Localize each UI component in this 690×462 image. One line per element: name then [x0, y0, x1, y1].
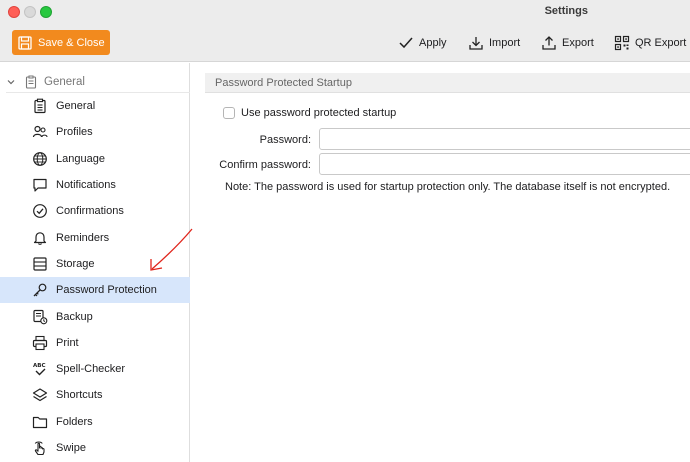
bell-icon [33, 231, 47, 245]
floppy-disk-icon [18, 35, 32, 50]
save-and-close-label: Save & Close [38, 36, 105, 49]
settings-content-panel: Password Protected Startup Use password … [191, 63, 690, 462]
export-button[interactable]: Export [541, 35, 594, 51]
sidebar-item-label: Profiles [56, 126, 93, 139]
printer-icon [32, 335, 48, 350]
sidebar-item-shortcuts[interactable]: Shortcuts [0, 382, 190, 408]
sidebar-item-general[interactable]: General [0, 93, 190, 119]
sidebar-group-label: General [44, 75, 85, 88]
swipe-hand-icon [34, 441, 45, 456]
sidebar-item-swipe[interactable]: Swipe [0, 435, 190, 461]
profiles-icon [32, 126, 48, 138]
confirm-password-field[interactable] [319, 153, 690, 175]
sidebar-item-password-protection[interactable]: Password Protection [0, 277, 190, 304]
window-title: Settings [544, 5, 588, 17]
sidebar-item-label: General [56, 100, 96, 113]
sidebar-item-label: Confirmations [56, 205, 124, 218]
confirm-password-label: Confirm password: [219, 159, 311, 171]
layers-icon [32, 388, 48, 402]
sidebar-item-label: Notifications [56, 179, 116, 192]
password-startup-checkbox[interactable] [223, 107, 235, 119]
backup-icon [33, 309, 48, 324]
password-field[interactable] [319, 128, 690, 150]
check-circle-icon [33, 204, 47, 219]
title-bar: Settings [0, 0, 690, 24]
import-label: Import [489, 37, 521, 49]
spell-check-icon: ABC [33, 363, 46, 376]
sidebar-item-backup[interactable]: Backup [0, 303, 190, 329]
sidebar-item-label: Language [56, 152, 105, 165]
sidebar-item-label: Password Protection [56, 284, 157, 297]
export-label: Export [562, 37, 594, 49]
apply-label: Apply [419, 37, 447, 49]
password-startup-checkbox-row[interactable]: Use password protected startup [223, 107, 396, 119]
qr-export-button[interactable]: QR Export [614, 35, 686, 51]
checkmark-icon [399, 37, 413, 49]
globe-icon [33, 151, 47, 166]
clipboard-icon [34, 98, 46, 114]
chevron-down-icon[interactable] [6, 77, 16, 87]
sidebar-item-label: Swipe [56, 442, 86, 454]
sidebar-item-label: Folders [56, 415, 93, 428]
import-button[interactable]: Import [468, 35, 520, 51]
import-icon [469, 37, 483, 50]
folder-icon [32, 416, 48, 428]
apply-button[interactable]: Apply [398, 35, 447, 51]
password-startup-checkbox-label[interactable]: Use password protected startup [241, 107, 396, 119]
save-and-close-button[interactable]: Save & Close [12, 30, 110, 55]
storage-icon [33, 257, 47, 271]
sidebar-item-label: Backup [56, 310, 93, 323]
sidebar-item-print[interactable]: Print [0, 330, 190, 356]
password-label: Password: [259, 134, 311, 146]
key-icon [33, 283, 47, 297]
sidebar-group-general[interactable]: General [6, 71, 190, 93]
annotation-arrow-icon [150, 228, 193, 271]
sidebar-nav-list: General Profiles Language Notifications … [0, 93, 190, 461]
sidebar-item-spell-checker[interactable]: ABC Spell-Checker [0, 356, 190, 382]
section-title: Password Protected Startup [205, 73, 690, 93]
qr-code-icon [614, 35, 630, 51]
sidebar-item-language[interactable]: Language [0, 146, 190, 172]
svg-text:ABC: ABC [33, 363, 46, 369]
sidebar-item-notifications[interactable]: Notifications [0, 172, 190, 198]
qr-export-label: QR Export [635, 37, 687, 49]
sidebar-item-confirmations[interactable]: Confirmations [0, 198, 190, 224]
sidebar-item-label: Spell-Checker [56, 363, 126, 376]
sidebar-item-profiles[interactable]: Profiles [0, 119, 190, 145]
sidebar-item-label: Reminders [56, 231, 110, 244]
export-icon [542, 36, 556, 50]
speech-bubble-icon [33, 178, 47, 192]
sidebar-item-label: Shortcuts [56, 389, 103, 402]
toolbar: Save & Close Apply Import Export QR Expo… [0, 24, 690, 62]
sidebar-item-label: Print [56, 336, 79, 349]
sidebar-item-folders[interactable]: Folders [0, 409, 190, 435]
encryption-note: Note: The password is used for startup p… [225, 181, 671, 193]
sidebar-item-label: Storage [56, 257, 95, 270]
clipboard-icon [25, 75, 37, 89]
